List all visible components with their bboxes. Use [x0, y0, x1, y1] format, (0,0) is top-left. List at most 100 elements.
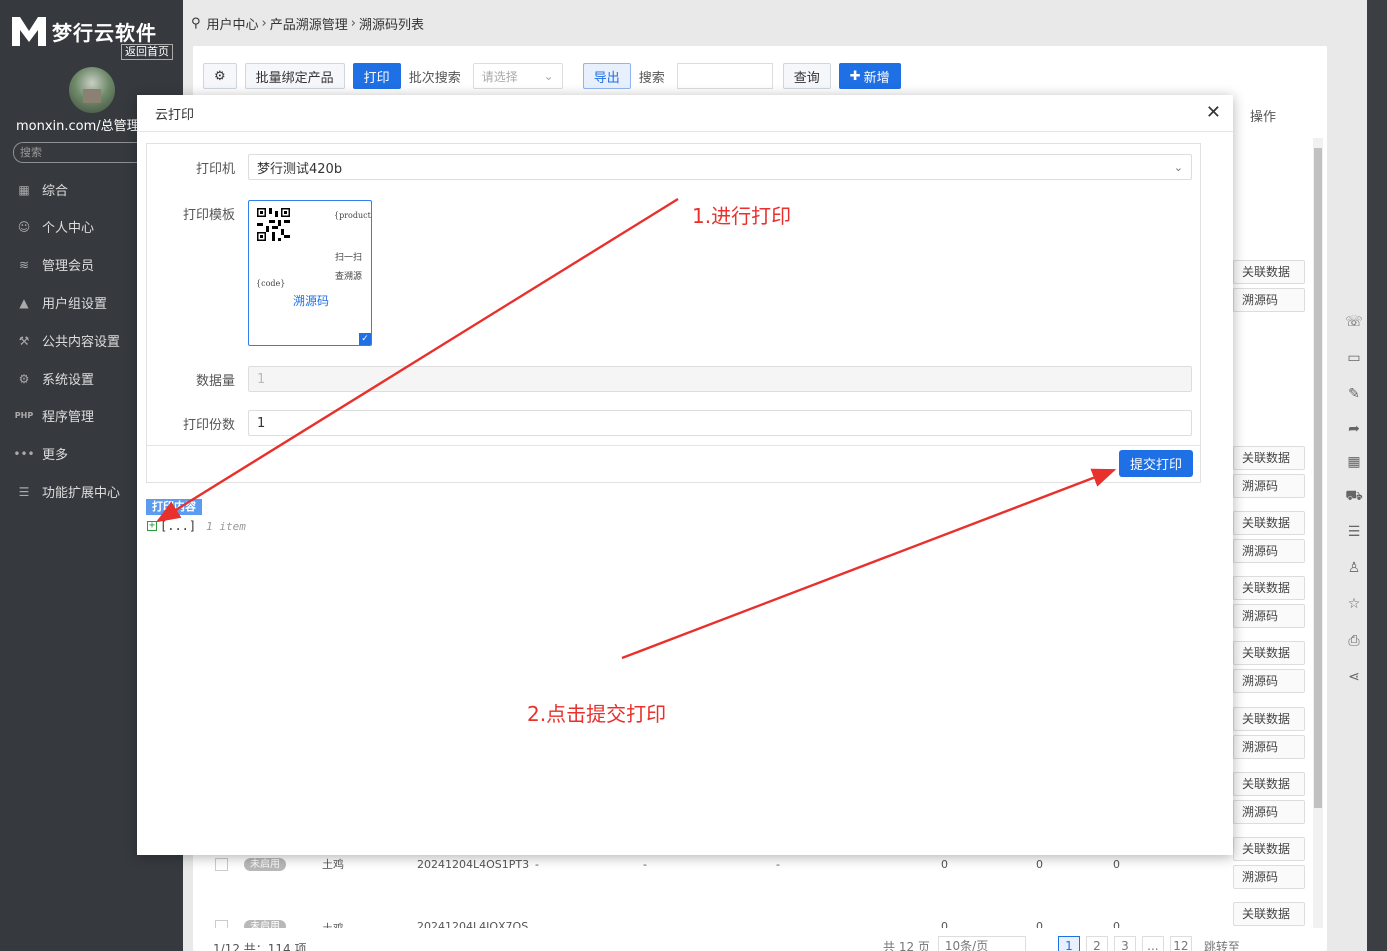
list-icon[interactable]: ☰: [1345, 523, 1363, 541]
avatar[interactable]: [69, 67, 115, 113]
template-card[interactable]: {product 扫一扫 查溯源 {code} 溯源码 ✓: [248, 200, 372, 346]
sidebar-item-system[interactable]: ⚙ 系统设置: [16, 369, 95, 389]
trace-code-button[interactable]: 溯源码: [1233, 288, 1305, 312]
cell: 0: [1036, 920, 1043, 928]
sidebar-item-programs[interactable]: PHP 程序管理: [15, 406, 94, 425]
query-button[interactable]: 查询: [782, 63, 831, 89]
per-page-select[interactable]: 10条/页: [937, 936, 1026, 951]
sidebar-item-label: 综合: [42, 184, 69, 199]
chevron-down-icon: ⌄: [543, 69, 554, 83]
related-data-button[interactable]: 关联数据: [1233, 707, 1305, 731]
related-data-button[interactable]: 关联数据: [1233, 902, 1305, 926]
sidebar-item-groups[interactable]: ▲ 用户组设置: [16, 293, 107, 313]
related-data-button[interactable]: 关联数据: [1233, 511, 1305, 535]
printer-icon[interactable]: ⎙: [1345, 632, 1363, 650]
breadcrumb-separator: ›: [350, 16, 356, 31]
back-home-link[interactable]: 返回首页: [121, 44, 173, 60]
total-pages: 共 12 页: [883, 939, 930, 951]
pagination-summary: 1/12 共：114 项: [213, 942, 307, 951]
product-name: 土鸡: [322, 920, 417, 928]
sidebar-item-overview[interactable]: ▦ 综合: [16, 180, 69, 200]
page-button[interactable]: 2: [1085, 936, 1108, 951]
table-row[interactable]: 未启用 土鸡 20241204L4IQX7QS 0 0 0: [215, 920, 1120, 928]
submit-print-button[interactable]: 提交打印: [1119, 450, 1194, 477]
check-icon: ✓: [359, 333, 371, 345]
sidebar-item-label: 系统设置: [42, 373, 95, 388]
search-label: 搜索: [638, 70, 665, 86]
batch-select[interactable]: 请选择 ⌄: [472, 63, 563, 89]
trace-code-button[interactable]: 溯源码: [1233, 474, 1305, 498]
op-column-header: 操作: [1250, 110, 1277, 125]
add-new-button[interactable]: ✚ 新增: [838, 63, 901, 89]
search-input[interactable]: [676, 63, 773, 89]
page-button[interactable]: 12: [1169, 936, 1192, 951]
cart-icon[interactable]: ⛟: [1345, 488, 1363, 506]
scrollbar-thumb[interactable]: [1314, 148, 1322, 808]
related-data-button[interactable]: 关联数据: [1233, 641, 1305, 665]
chevron-down-icon: ⌄: [1173, 161, 1183, 174]
trace-code: 20241204L4OS1PT3: [417, 857, 530, 871]
related-data-button[interactable]: 关联数据: [1233, 576, 1305, 600]
expand-plus-icon[interactable]: +: [147, 521, 157, 531]
qrcode-icon: [257, 208, 290, 241]
breadcrumb-item[interactable]: 产品溯源管理: [270, 14, 348, 33]
sidebar-item-more[interactable]: ••• 更多: [13, 444, 68, 464]
trace-code-button[interactable]: 溯源码: [1233, 800, 1305, 824]
dialog-title: 云打印: [155, 107, 195, 123]
status-badge[interactable]: 未启用: [244, 920, 286, 928]
breadcrumb-item[interactable]: 用户中心: [207, 14, 259, 33]
page-button[interactable]: 1: [1057, 936, 1080, 951]
related-data-button[interactable]: 关联数据: [1233, 837, 1305, 861]
page-button[interactable]: 3: [1113, 936, 1136, 951]
batch-search-label: 批次搜索: [408, 70, 461, 86]
share-icon[interactable]: ⋖: [1345, 668, 1363, 686]
row-actions: 关联数据 溯源码: [1233, 772, 1305, 828]
edit-icon[interactable]: ✎: [1345, 385, 1363, 403]
sidebar-item-label: 管理会员: [42, 259, 95, 274]
sidebar-item-extensions[interactable]: ☰ 功能扩展中心: [16, 482, 120, 502]
divider: [147, 445, 1200, 446]
trace-code-button[interactable]: 溯源码: [1233, 539, 1305, 563]
related-data-button[interactable]: 关联数据: [1233, 772, 1305, 796]
dialog-header: 云打印 ✕: [137, 95, 1233, 132]
table-scrollbar[interactable]: [1313, 138, 1323, 928]
status-badge[interactable]: 未启用: [244, 857, 286, 871]
close-icon[interactable]: ✕: [1206, 104, 1221, 122]
row-checkbox[interactable]: [215, 920, 228, 928]
template-name: 溯源码: [292, 294, 329, 308]
trace-code-button[interactable]: 溯源码: [1233, 604, 1305, 628]
wechat-icon[interactable]: ☏: [1345, 313, 1363, 331]
printer-select[interactable]: 梦行测试420b ⌄: [248, 154, 1192, 180]
printer-value: 梦行测试420b: [257, 161, 343, 177]
share-arrow-icon[interactable]: ➦: [1345, 420, 1363, 438]
related-data-button[interactable]: 关联数据: [1233, 260, 1305, 284]
settings-button[interactable]: ⚙: [203, 63, 237, 89]
logo-m-icon: [12, 17, 46, 46]
logo[interactable]: 梦行云软件: [10, 14, 157, 48]
print-form: 打印机 梦行测试420b ⌄ 打印模板 {product 扫一扫 查溯源 {co…: [146, 143, 1201, 483]
comment-icon[interactable]: ▭: [1345, 349, 1363, 367]
browser-scrollbar[interactable]: [1367, 0, 1387, 951]
json-array[interactable]: [...]: [160, 519, 196, 533]
sidebar-item-content[interactable]: ⚒ 公共内容设置: [16, 331, 120, 351]
table-row[interactable]: 未启用 土鸡 20241204L4OS1PT3 - - - 0 0 0: [215, 856, 1120, 872]
trace-code-button[interactable]: 溯源码: [1233, 865, 1305, 889]
export-button[interactable]: 导出: [582, 63, 631, 89]
person-icon[interactable]: ♙: [1345, 559, 1363, 577]
topbar: ⚲ 用户中心 › 产品溯源管理 › 溯源码列表: [183, 0, 1367, 44]
trace-code-button[interactable]: 溯源码: [1233, 669, 1305, 693]
bind-product-button[interactable]: 批量绑定产品: [244, 63, 345, 89]
trace-code-button[interactable]: 溯源码: [1233, 735, 1305, 759]
sidebar-item-personal[interactable]: ☺ 个人中心: [16, 217, 94, 237]
dots-icon: •••: [13, 446, 35, 461]
print-button[interactable]: 打印: [352, 63, 401, 89]
qrcode-icon[interactable]: ▦: [1345, 453, 1363, 471]
batch-select-value: 请选择: [481, 69, 518, 84]
star-icon[interactable]: ☆: [1345, 595, 1363, 613]
sidebar-item-members[interactable]: ≋ 管理会员: [16, 255, 95, 275]
breadcrumb-separator: ›: [261, 16, 267, 31]
copies-input[interactable]: 1: [248, 410, 1192, 436]
related-data-button[interactable]: 关联数据: [1233, 446, 1305, 470]
row-checkbox[interactable]: [215, 857, 228, 871]
trace-code: 20241204L4IQX7QS: [417, 920, 529, 928]
